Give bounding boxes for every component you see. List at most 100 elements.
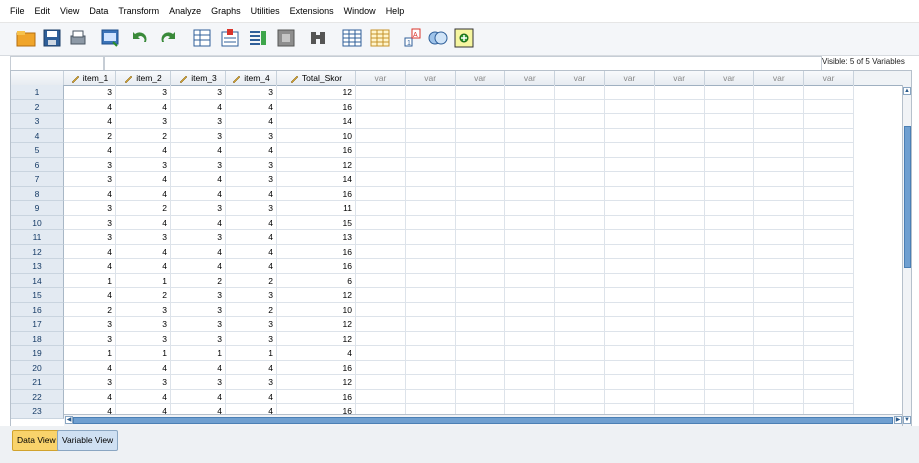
- cell-empty[interactable]: [654, 143, 705, 158]
- cell-empty[interactable]: [754, 331, 805, 346]
- menu-window[interactable]: Window: [339, 0, 381, 22]
- tab-data-view[interactable]: Data View: [12, 430, 61, 451]
- cell-item_2[interactable]: 3: [116, 302, 171, 317]
- cell-item_4[interactable]: 4: [226, 99, 277, 114]
- cell-item_1[interactable]: 4: [64, 360, 116, 375]
- cell-empty[interactable]: [704, 230, 755, 245]
- cell-item_3[interactable]: 4: [171, 259, 226, 274]
- menu-file[interactable]: File: [0, 0, 30, 22]
- cell-empty[interactable]: [605, 128, 655, 143]
- cell-item_3[interactable]: 4: [171, 172, 226, 187]
- cell-item_1[interactable]: 4: [64, 114, 116, 129]
- cell-item_2[interactable]: 3: [116, 375, 171, 390]
- cell-item_1[interactable]: 4: [64, 143, 116, 158]
- row-number[interactable]: 13: [11, 259, 64, 274]
- cell-item_3[interactable]: 3: [171, 302, 226, 317]
- cell-empty[interactable]: [555, 215, 605, 230]
- cell-empty[interactable]: [455, 172, 506, 187]
- cell-total_skor[interactable]: 4: [277, 346, 356, 361]
- cell-empty[interactable]: [754, 375, 805, 390]
- column-header-item_4[interactable]: item_4: [226, 71, 277, 85]
- cell-empty[interactable]: [754, 172, 805, 187]
- cell-empty[interactable]: [455, 201, 506, 216]
- cell-empty[interactable]: [654, 128, 705, 143]
- cell-item_2[interactable]: 4: [116, 99, 171, 114]
- cell-empty[interactable]: [555, 201, 605, 216]
- cell-item_4[interactable]: 4: [226, 114, 277, 129]
- cell-total_skor[interactable]: 12: [277, 331, 356, 346]
- column-header-empty-var[interactable]: var: [654, 71, 705, 85]
- cell-empty[interactable]: [754, 99, 805, 114]
- cell-empty[interactable]: [505, 114, 556, 129]
- cell-empty[interactable]: [555, 172, 605, 187]
- cell-item_1[interactable]: 4: [64, 244, 116, 259]
- cell-empty[interactable]: [654, 346, 705, 361]
- cell-empty[interactable]: [356, 143, 406, 158]
- cell-item_4[interactable]: 4: [226, 230, 277, 245]
- column-header-empty-var[interactable]: var: [455, 71, 506, 85]
- cell-empty[interactable]: [654, 244, 705, 259]
- cell-empty[interactable]: [804, 99, 854, 114]
- cell-empty[interactable]: [605, 375, 655, 390]
- cell-empty[interactable]: [555, 244, 605, 259]
- cell-empty[interactable]: [605, 302, 655, 317]
- undo-icon[interactable]: [128, 26, 152, 50]
- cell-empty[interactable]: [754, 157, 805, 172]
- cell-item_2[interactable]: 3: [116, 317, 171, 332]
- cell-item_1[interactable]: 4: [64, 186, 116, 201]
- cell-empty[interactable]: [555, 259, 605, 274]
- cell-empty[interactable]: [754, 143, 805, 158]
- cell-item_1[interactable]: 3: [64, 215, 116, 230]
- cell-empty[interactable]: [505, 201, 556, 216]
- column-header-empty-var[interactable]: var: [704, 71, 755, 85]
- column-header-empty-var[interactable]: var: [804, 71, 854, 85]
- cell-empty[interactable]: [356, 244, 406, 259]
- redo-icon[interactable]: [156, 26, 180, 50]
- cell-item_2[interactable]: 3: [116, 230, 171, 245]
- cell-empty[interactable]: [405, 346, 456, 361]
- cell-item_3[interactable]: 2: [171, 273, 226, 288]
- column-header-empty-var[interactable]: var: [605, 71, 655, 85]
- cell-empty[interactable]: [804, 230, 854, 245]
- cell-empty[interactable]: [605, 157, 655, 172]
- cell-empty[interactable]: [704, 143, 755, 158]
- menu-extensions[interactable]: Extensions: [285, 0, 339, 22]
- cell-empty[interactable]: [356, 389, 406, 404]
- cell-empty[interactable]: [754, 128, 805, 143]
- print-icon[interactable]: [66, 26, 90, 50]
- cell-empty[interactable]: [654, 375, 705, 390]
- cell-item_1[interactable]: 4: [64, 259, 116, 274]
- cell-empty[interactable]: [455, 389, 506, 404]
- cell-empty[interactable]: [605, 360, 655, 375]
- split-file-icon[interactable]: [340, 26, 364, 50]
- cell-empty[interactable]: [405, 215, 456, 230]
- data-grid[interactable]: item_1 item_2 item_3 item_4 Total_Skor var var…: [10, 70, 912, 427]
- tab-variable-view[interactable]: Variable View: [57, 430, 119, 451]
- cell-item_4[interactable]: 4: [226, 389, 277, 404]
- cell-empty[interactable]: [405, 288, 456, 303]
- cell-empty[interactable]: [505, 128, 556, 143]
- cell-empty[interactable]: [505, 157, 556, 172]
- cell-empty[interactable]: [455, 273, 506, 288]
- column-header-empty-var[interactable]: var: [754, 71, 805, 85]
- cell-empty[interactable]: [754, 215, 805, 230]
- goto-case-icon[interactable]: [190, 26, 214, 50]
- cell-empty[interactable]: [405, 375, 456, 390]
- cell-empty[interactable]: [356, 360, 406, 375]
- cell-item_1[interactable]: 4: [64, 389, 116, 404]
- cell-empty[interactable]: [804, 389, 854, 404]
- cell-empty[interactable]: [654, 389, 705, 404]
- cell-empty[interactable]: [654, 360, 705, 375]
- cell-total_skor[interactable]: 16: [277, 389, 356, 404]
- cell-empty[interactable]: [505, 375, 556, 390]
- cell-total_skor[interactable]: 12: [277, 288, 356, 303]
- cell-empty[interactable]: [704, 85, 755, 100]
- cell-empty[interactable]: [605, 346, 655, 361]
- weight-cases-icon[interactable]: [368, 26, 392, 50]
- cell-empty[interactable]: [356, 317, 406, 332]
- cell-empty[interactable]: [654, 230, 705, 245]
- row-number[interactable]: 3: [11, 114, 64, 129]
- show-all-variables-icon[interactable]: [452, 26, 476, 50]
- cell-empty[interactable]: [356, 302, 406, 317]
- cell-empty[interactable]: [804, 375, 854, 390]
